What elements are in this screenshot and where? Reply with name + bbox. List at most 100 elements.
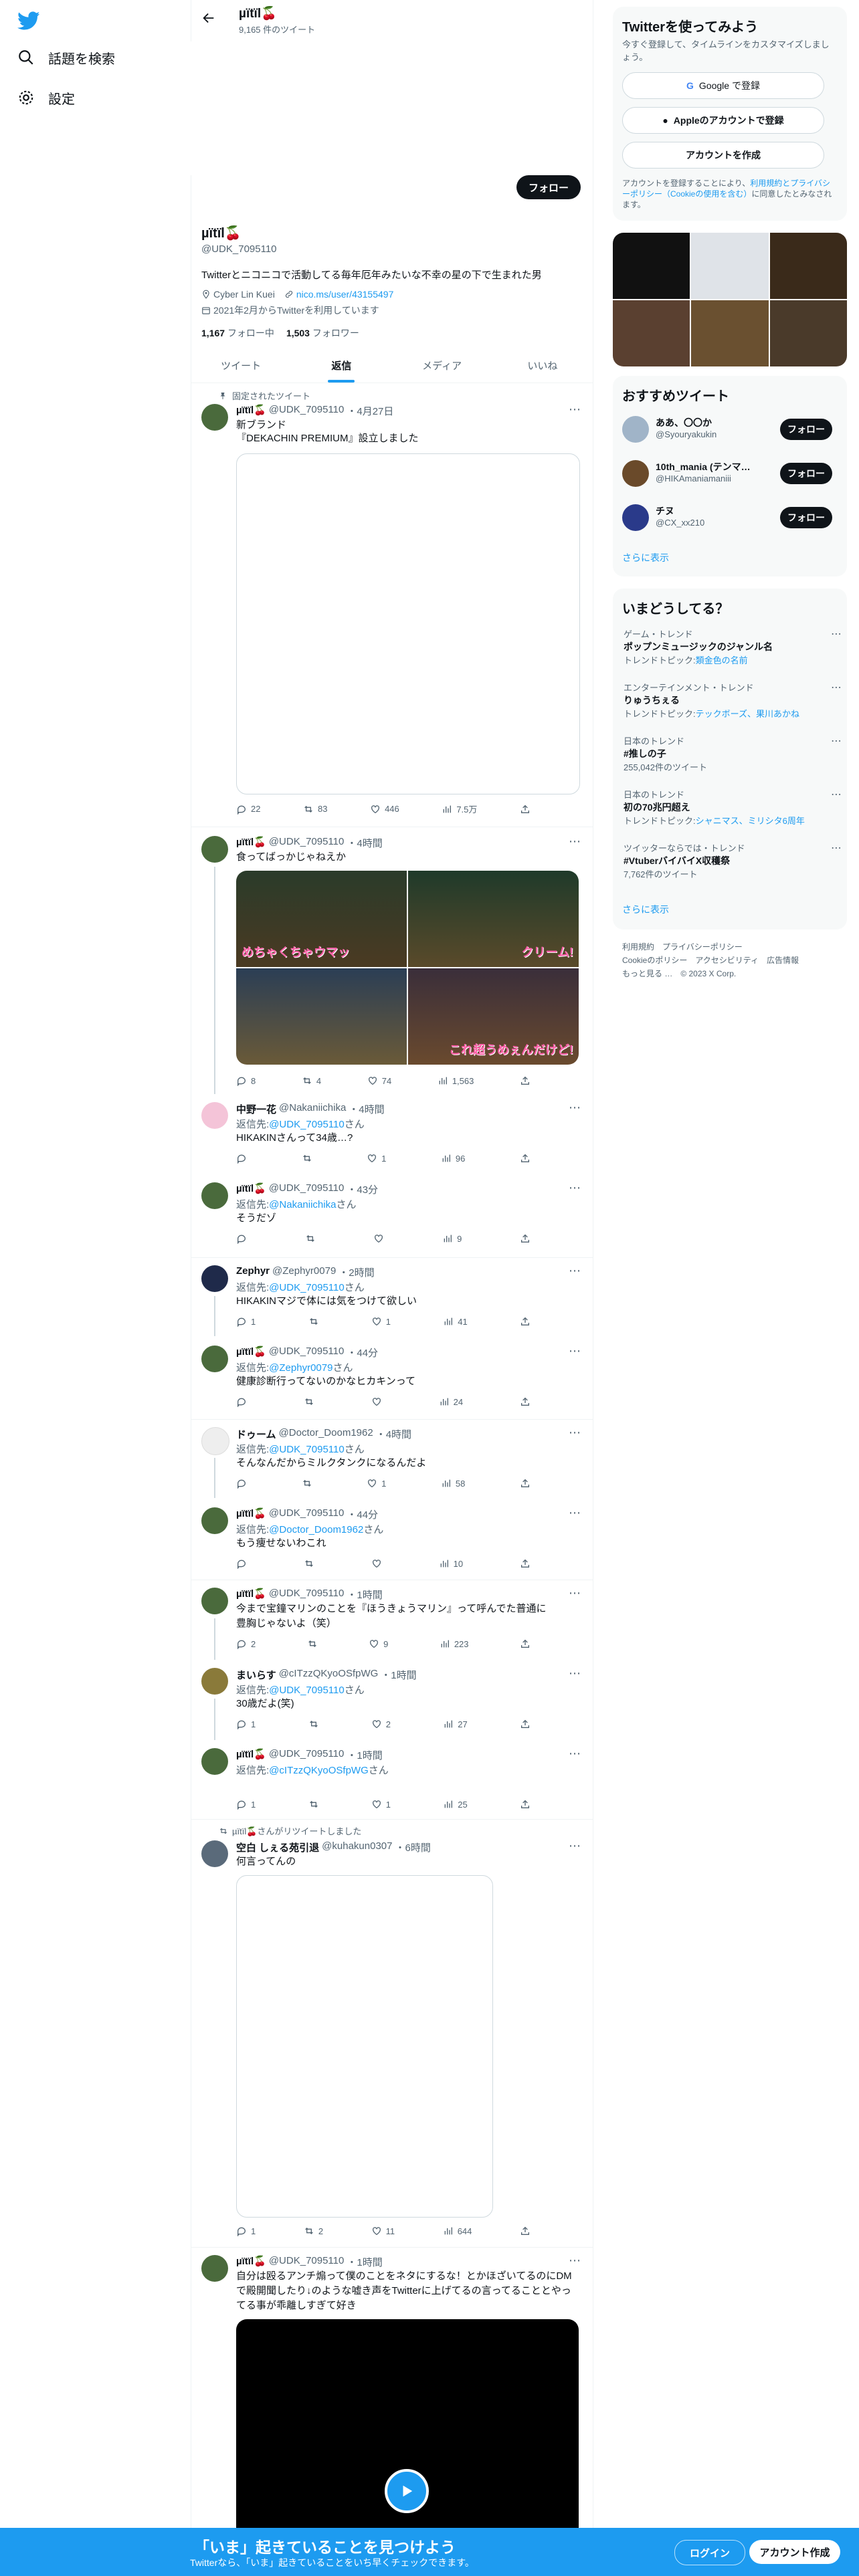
reply-button[interactable]: 22 xyxy=(236,802,260,815)
tweet-time[interactable]: ・1時間 xyxy=(381,1668,416,1682)
more-options-icon[interactable]: ⋯ xyxy=(569,1667,581,1681)
share-button[interactable] xyxy=(520,1478,531,1489)
retweet-button[interactable]: 2 xyxy=(304,2226,323,2236)
tweet-author-name[interactable]: 中野一花 xyxy=(236,1102,276,1116)
retweet-button[interactable] xyxy=(302,1478,312,1489)
google-signup-button[interactable]: G Google で登録 xyxy=(622,72,824,99)
media-image[interactable]: クリーム! xyxy=(408,871,579,967)
tweet-author-name[interactable]: ドゥーム xyxy=(236,1427,276,1441)
tweet-time[interactable]: ・4月27日 xyxy=(347,404,393,418)
media-thumbnail[interactable] xyxy=(769,233,847,299)
follow-button[interactable]: フォロー xyxy=(780,463,832,484)
trend-sub[interactable]: 類金色の名前 xyxy=(696,655,748,665)
tweet-author-name[interactable]: Zephyr xyxy=(236,1265,270,1279)
trend-sub[interactable]: テックボーズ、果川あかね xyxy=(696,709,799,719)
retweet-button[interactable] xyxy=(304,1558,314,1569)
tweet-author-name[interactable]: µïtïl🍒 xyxy=(236,1182,266,1196)
reply-button[interactable] xyxy=(236,1558,247,1569)
tweet-6[interactable]: µïtïl🍒 @UDK_7095110 ・44分 ⋯ 返信先:@Zephyr0079… xyxy=(191,1340,593,1414)
tweet-author-name[interactable]: µïtïl🍒 xyxy=(236,2255,266,2269)
tweet-2[interactable]: µïtïl🍒 @UDK_7095110 ・4時間 ⋯ 食ってばっかじゃねえか め… xyxy=(191,829,593,1094)
tweet-3[interactable]: 中野一花 @Nakaniichika ・4時間 ⋯ 返信先:@UDK_7095110… xyxy=(191,1097,593,1170)
retweet-button[interactable]: 83 xyxy=(303,802,328,815)
more-options-icon[interactable]: ⋯ xyxy=(569,1747,581,1761)
reply-button[interactable]: 1 xyxy=(236,2226,256,2236)
reply-to-handle[interactable]: @UDK_7095110 xyxy=(269,1444,345,1455)
views-button[interactable]: 27 xyxy=(443,1719,468,1729)
media-thumbnail[interactable] xyxy=(613,300,690,366)
tweet-time[interactable]: ・1時間 xyxy=(347,1588,382,1602)
twitter-logo-icon[interactable] xyxy=(17,9,40,32)
share-button[interactable] xyxy=(520,1153,531,1164)
more-options-icon[interactable]: ⋯ xyxy=(831,627,842,641)
avatar[interactable] xyxy=(201,1102,228,1129)
retweet-button[interactable] xyxy=(307,1638,318,1649)
tweet-time[interactable]: ・1時間 xyxy=(347,2255,382,2269)
reply-to-handle[interactable]: @Doctor_Doom1962 xyxy=(269,1524,363,1535)
recommended-user[interactable]: 10th_mania (テンマ… @HIKAmaniamaniii フォロー xyxy=(622,457,838,490)
tweet-10[interactable]: まいらす @cITzzQKyoOSfpWG ・1時間 ⋯ 返信先:@UDK_7095… xyxy=(191,1662,593,1740)
views-button[interactable]: 1,563 xyxy=(438,1075,474,1086)
tweet-time[interactable]: ・44分 xyxy=(347,1507,378,1521)
views-button[interactable]: 58 xyxy=(441,1478,465,1489)
retweet-button[interactable] xyxy=(308,1799,319,1810)
like-button[interactable]: 11 xyxy=(371,2226,395,2236)
tweet-author-name[interactable]: 空白 しぇる苑引退 xyxy=(236,1840,319,1854)
media-thumbnail[interactable] xyxy=(691,233,769,299)
reply-button[interactable] xyxy=(236,1396,247,1407)
tweet-8[interactable]: µïtïl🍒 @UDK_7095110 ・44分 ⋯ 返信先:@Doctor_Doo… xyxy=(191,1502,593,1576)
share-button[interactable] xyxy=(520,1719,531,1729)
reply-to-handle[interactable]: @UDK_7095110 xyxy=(269,1685,345,1696)
media-thumbnail[interactable] xyxy=(613,233,690,299)
footer-line3[interactable]: もっと見る … © 2023 X Corp. xyxy=(622,967,843,980)
views-button[interactable]: 96 xyxy=(441,1153,465,1164)
reply-button[interactable]: 1 xyxy=(236,1316,256,1327)
retweet-button[interactable] xyxy=(308,1316,319,1327)
share-button[interactable] xyxy=(520,1396,531,1407)
reply-button[interactable] xyxy=(236,1478,247,1489)
profile-link[interactable]: nico.ms/user/43155497 xyxy=(296,289,394,300)
following-stat[interactable]: 1,167 フォロー中 xyxy=(201,326,274,340)
video-player[interactable] xyxy=(236,2319,579,2540)
avatar[interactable] xyxy=(201,1182,228,1209)
views-button[interactable]: 7.5万 xyxy=(442,802,477,815)
share-button[interactable] xyxy=(520,1075,531,1086)
reply-button[interactable]: 1 xyxy=(236,1719,256,1729)
like-button[interactable]: 1 xyxy=(371,1316,391,1327)
tweet-author-name[interactable]: まいらす xyxy=(236,1668,276,1682)
like-button[interactable]: 1 xyxy=(371,1799,391,1810)
tweet-author-name[interactable]: µïtïl🍒 xyxy=(236,1507,266,1521)
more-options-icon[interactable]: ⋯ xyxy=(831,788,842,801)
share-button[interactable] xyxy=(520,1799,531,1810)
recommended-user[interactable]: チヌ @CX_xx210 フォロー xyxy=(622,502,838,534)
more-options-icon[interactable]: ⋯ xyxy=(569,1426,581,1440)
tweet-time[interactable]: ・6時間 xyxy=(395,1840,430,1854)
tweet-author-name[interactable]: µïtïl🍒 xyxy=(236,1588,266,1602)
tab-replies[interactable]: 返信 xyxy=(291,348,391,383)
views-button[interactable]: 223 xyxy=(440,1638,469,1649)
views-button[interactable]: 41 xyxy=(443,1316,468,1327)
tweet-time[interactable]: ・2時間 xyxy=(339,1265,374,1279)
reply-button[interactable] xyxy=(236,1153,247,1164)
tweet-5[interactable]: Zephyr @Zephyr0079 ・2時間 ⋯ 返信先:@UDK_7095110… xyxy=(191,1260,593,1336)
share-button[interactable] xyxy=(520,2226,531,2236)
like-button[interactable] xyxy=(371,1396,382,1407)
share-button[interactable] xyxy=(520,802,531,815)
trend-item[interactable]: 日本のトレンド 初の70兆円超え トレンドトピック:シャニマス、ミリシタ6周年 … xyxy=(624,788,842,827)
more-options-icon[interactable]: ⋯ xyxy=(569,1101,581,1115)
tab-media[interactable]: メディア xyxy=(392,348,492,383)
avatar[interactable] xyxy=(201,1748,228,1775)
more-options-icon[interactable]: ⋯ xyxy=(831,841,842,855)
views-button[interactable]: 24 xyxy=(439,1396,463,1407)
tab-tweets[interactable]: ツイート xyxy=(191,348,291,383)
more-options-icon[interactable]: ⋯ xyxy=(569,1264,581,1278)
followers-stat[interactable]: 1,503 フォロワー xyxy=(286,326,359,340)
reply-to-handle[interactable]: @Nakaniichika xyxy=(269,1199,336,1210)
like-button[interactable]: 1 xyxy=(367,1153,386,1164)
create-account-button[interactable]: アカウントを作成 xyxy=(622,142,824,169)
more-options-icon[interactable]: ⋯ xyxy=(569,1506,581,1520)
reply-button[interactable] xyxy=(236,1233,247,1244)
media-image[interactable]: めちゃくちゃウマッ xyxy=(236,871,407,967)
avatar[interactable] xyxy=(201,1668,228,1695)
follow-button[interactable]: フォロー xyxy=(516,175,581,199)
